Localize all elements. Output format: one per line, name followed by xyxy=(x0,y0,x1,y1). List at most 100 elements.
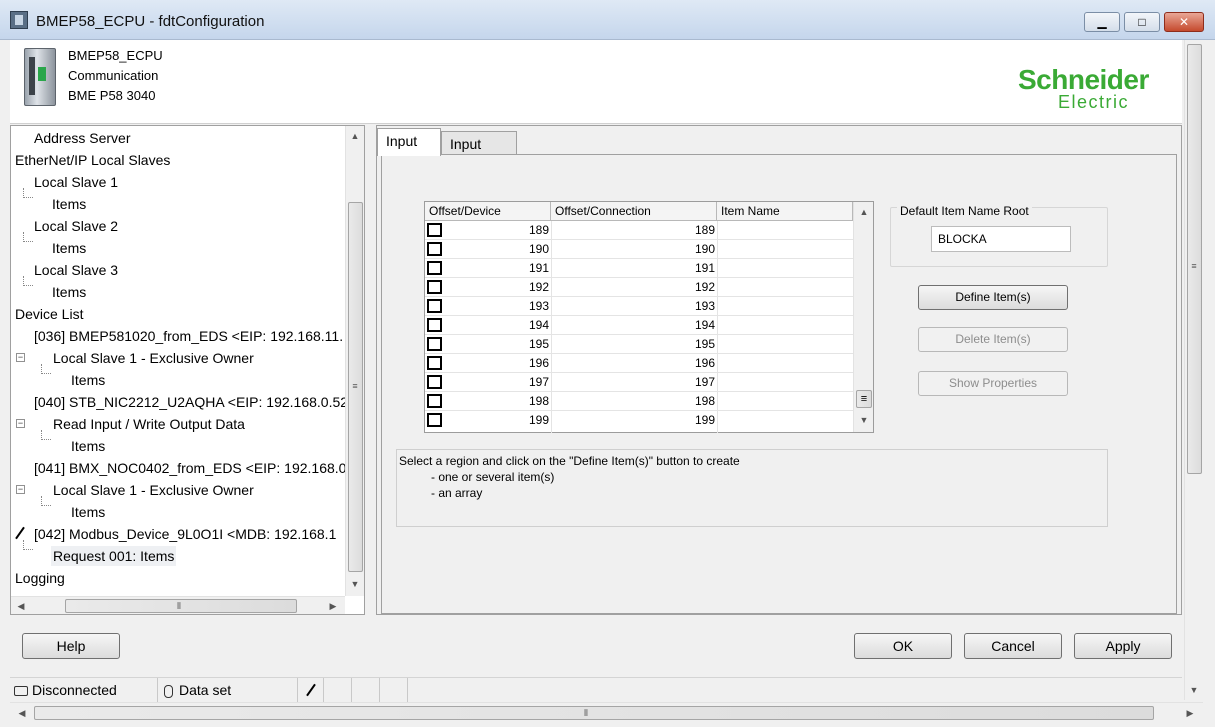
table-row[interactable]: 190 190 xyxy=(425,240,853,259)
tree-item-read-write-data[interactable]: Read Input / Write Output Data xyxy=(53,414,245,434)
scroll-thumb[interactable] xyxy=(34,706,1154,720)
tree-item-address-server[interactable]: Address Server xyxy=(34,128,130,148)
row-checkbox[interactable] xyxy=(427,375,442,389)
tree-item-items[interactable]: Items xyxy=(71,370,105,390)
table-row[interactable]: 199 199 xyxy=(425,411,853,430)
row-checkbox[interactable] xyxy=(427,356,442,370)
ok-button[interactable]: OK xyxy=(854,633,952,659)
table-row[interactable]: 189 189 xyxy=(425,221,853,240)
tree-item-items[interactable]: Items xyxy=(71,502,105,522)
row-checkbox[interactable] xyxy=(427,261,442,275)
status-segment-empty xyxy=(324,678,352,702)
connection-status: Disconnected xyxy=(10,678,158,702)
device-type: Communication xyxy=(68,68,159,83)
status-bar: Disconnected Data set xyxy=(10,677,1182,702)
edit-status xyxy=(298,678,324,702)
scroll-up-arrow-icon[interactable]: ▲ xyxy=(347,128,363,144)
table-row[interactable]: 193 193 xyxy=(425,297,853,316)
title-bar: BMEP58_ECPU - fdtConfiguration ▁ □ ✕ xyxy=(0,0,1215,40)
scroll-left-arrow-icon[interactable]: ◀ xyxy=(13,598,29,614)
tree-item-items[interactable]: Items xyxy=(52,194,86,214)
cell-offset-connection: 189 xyxy=(694,223,715,237)
row-checkbox[interactable] xyxy=(427,280,442,294)
row-checkbox[interactable] xyxy=(427,242,442,256)
cell-offset-device: 190 xyxy=(528,242,549,256)
scroll-right-arrow-icon[interactable]: ▶ xyxy=(325,598,341,614)
tree-item-local-slave-1[interactable]: Local Slave 1 xyxy=(34,172,118,192)
maximize-button[interactable]: □ xyxy=(1124,12,1160,32)
table-row[interactable]: 194 194 xyxy=(425,316,853,335)
row-checkbox[interactable] xyxy=(427,299,442,313)
scroll-grip-icon: ⦀ xyxy=(584,708,588,718)
tree-item-device-036[interactable]: [036] BMEP581020_from_EDS <EIP: 192.168.… xyxy=(34,326,343,346)
cell-offset-connection: 197 xyxy=(694,375,715,389)
tree-item-device-list[interactable]: Device List xyxy=(15,304,83,324)
tree-item-device-041[interactable]: [041] BMX_NOC0402_from_EDS <EIP: 192.168… xyxy=(34,458,346,478)
table-row[interactable]: 198 198 xyxy=(425,392,853,411)
default-item-name-input[interactable] xyxy=(931,226,1071,252)
scroll-down-arrow-icon[interactable]: ▼ xyxy=(347,576,363,592)
database-icon xyxy=(164,684,173,698)
window-horizontal-scrollbar[interactable]: ◀ ⦀ ▶ xyxy=(10,702,1203,722)
define-items-button[interactable]: Define Item(s) xyxy=(918,285,1068,310)
window-vertical-scrollbar[interactable]: ≡ ▼ xyxy=(1184,40,1203,700)
cell-offset-connection: 192 xyxy=(694,280,715,294)
cell-offset-connection: 191 xyxy=(694,261,715,275)
scroll-grip-icon: ⦀ xyxy=(177,601,181,611)
tree-item-items[interactable]: Items xyxy=(71,436,105,456)
tree-item-device-040[interactable]: [040] STB_NIC2212_U2AQHA <EIP: 192.168.0… xyxy=(34,392,348,412)
tree-item-request-001[interactable]: Request 001: Items xyxy=(51,546,177,566)
tree-item-items[interactable]: Items xyxy=(52,282,86,302)
items-grid[interactable]: Offset/Device Offset/Connection Item Nam… xyxy=(424,201,874,433)
scroll-left-arrow-icon[interactable]: ◀ xyxy=(14,705,30,721)
table-row[interactable]: 197 197 xyxy=(425,373,853,392)
scroll-up-arrow-icon[interactable]: ▲ xyxy=(856,204,872,220)
delete-items-button[interactable]: Delete Item(s) xyxy=(918,327,1068,352)
table-row[interactable]: 196 196 xyxy=(425,354,853,373)
collapse-icon[interactable]: − xyxy=(16,485,25,494)
tree-item-local-slaves[interactable]: EtherNet/IP Local Slaves xyxy=(15,150,170,170)
grid-vertical-scrollbar[interactable]: ▲ ≡ ▼ xyxy=(853,202,873,432)
tree-vertical-scrollbar[interactable]: ▲ ≡ ▼ xyxy=(345,126,364,596)
tree-item-local-slave-3[interactable]: Local Slave 3 xyxy=(34,260,118,280)
scroll-thumb[interactable]: ≡ xyxy=(856,390,872,408)
tree-item-logging[interactable]: Logging xyxy=(15,568,65,588)
table-row[interactable]: 195 195 xyxy=(425,335,853,354)
dataset-status-text: Data set xyxy=(179,682,232,698)
collapse-icon[interactable]: − xyxy=(16,419,25,428)
table-row[interactable]: 191 191 xyxy=(425,259,853,278)
tab-input[interactable]: Input xyxy=(377,128,441,156)
collapse-icon[interactable]: − xyxy=(16,353,25,362)
column-header-offset-connection[interactable]: Offset/Connection xyxy=(551,202,717,221)
scroll-down-arrow-icon[interactable]: ▼ xyxy=(1186,682,1202,698)
connection-status-text: Disconnected xyxy=(32,682,117,698)
tree-item-local-slave-2[interactable]: Local Slave 2 xyxy=(34,216,118,236)
tree-horizontal-scrollbar[interactable]: ◀ ⦀ ▶ xyxy=(11,596,345,614)
cell-offset-device: 199 xyxy=(528,413,549,427)
table-row[interactable]: 192 192 xyxy=(425,278,853,297)
apply-button[interactable]: Apply xyxy=(1074,633,1172,659)
column-header-item-name[interactable]: Item Name xyxy=(717,202,853,221)
cell-offset-device: 197 xyxy=(528,375,549,389)
column-header-offset-device[interactable]: Offset/Device xyxy=(425,202,551,221)
scroll-down-arrow-icon[interactable]: ▼ xyxy=(856,412,872,428)
tree-item-device-042[interactable]: [042] Modbus_Device_9L0O1I <MDB: 192.168… xyxy=(34,524,336,544)
help-button[interactable]: Help xyxy=(22,633,120,659)
tree-item-exclusive-owner[interactable]: Local Slave 1 - Exclusive Owner xyxy=(53,480,254,500)
device-tree: Address Server EtherNet/IP Local Slaves … xyxy=(10,125,365,615)
row-checkbox[interactable] xyxy=(427,223,442,237)
dataset-status: Data set xyxy=(158,678,298,702)
row-checkbox[interactable] xyxy=(427,394,442,408)
show-properties-button[interactable]: Show Properties xyxy=(918,371,1068,396)
tree-item-exclusive-owner[interactable]: Local Slave 1 - Exclusive Owner xyxy=(53,348,254,368)
status-segment-empty xyxy=(380,678,408,702)
row-checkbox[interactable] xyxy=(427,413,442,427)
cancel-button[interactable]: Cancel xyxy=(964,633,1062,659)
scroll-right-arrow-icon[interactable]: ▶ xyxy=(1182,705,1198,721)
minimize-button[interactable]: ▁ xyxy=(1084,12,1120,32)
tree-item-items[interactable]: Items xyxy=(52,238,86,258)
row-checkbox[interactable] xyxy=(427,318,442,332)
row-checkbox[interactable] xyxy=(427,337,442,351)
close-button[interactable]: ✕ xyxy=(1164,12,1204,32)
device-module-icon xyxy=(24,48,56,106)
